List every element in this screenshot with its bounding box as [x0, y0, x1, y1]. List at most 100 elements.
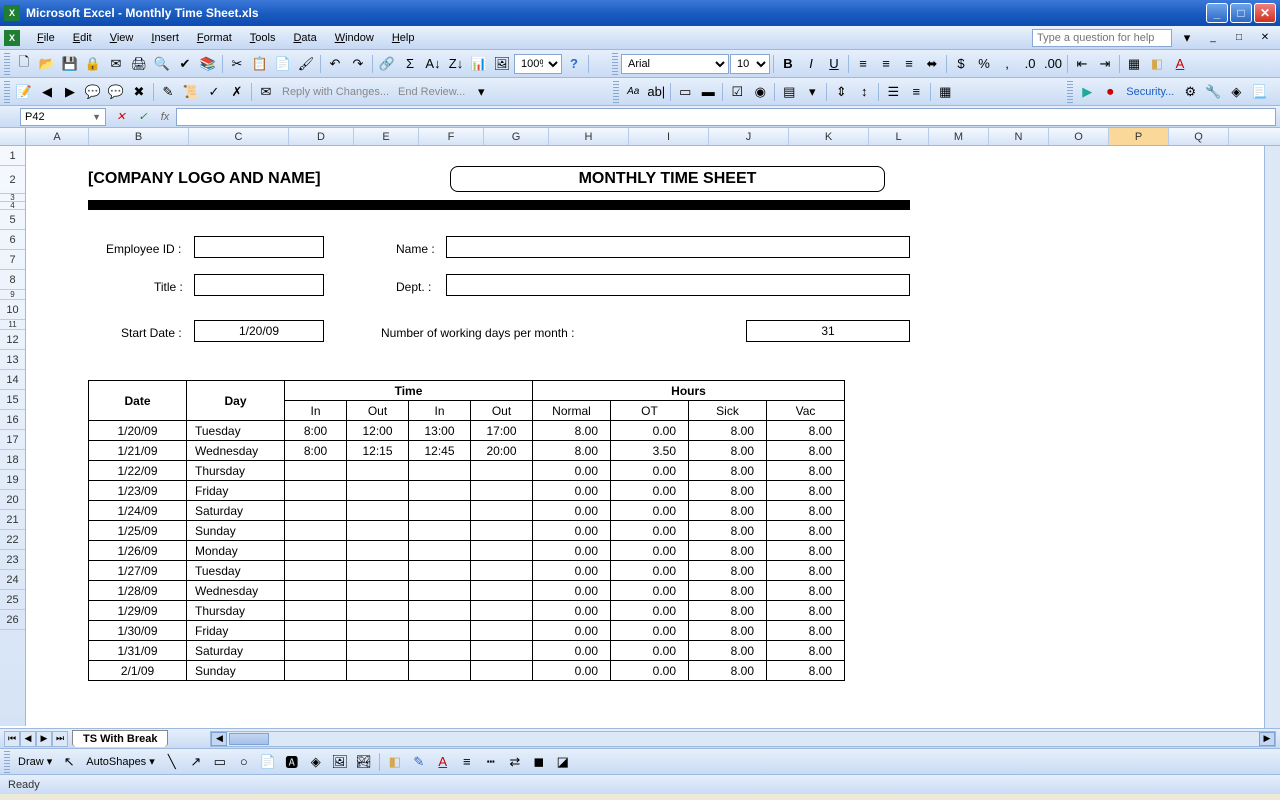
cell-sick[interactable]: 8.00: [689, 641, 767, 661]
row-header-10[interactable]: 10: [0, 300, 25, 320]
chart-wizard-icon[interactable]: 📊: [468, 53, 490, 75]
cell-sick[interactable]: 8.00: [689, 421, 767, 441]
comma-icon[interactable]: ,: [996, 53, 1018, 75]
groupbox-control-icon[interactable]: ▭: [674, 81, 696, 103]
spreadsheet-grid[interactable]: ABCDEFGHIJKLMNOPQ 1234567891011121314151…: [0, 128, 1280, 728]
font-size-dropdown[interactable]: 10: [730, 54, 770, 74]
align-center-icon[interactable]: ≡: [875, 53, 897, 75]
row-header-7[interactable]: 7: [0, 250, 25, 270]
cell-in1[interactable]: 8:00: [285, 421, 347, 441]
sheet-title-box[interactable]: MONTHLY TIME SHEET: [450, 166, 885, 192]
cell-in2[interactable]: [409, 481, 471, 501]
col-header-I[interactable]: I: [629, 128, 709, 145]
toolbar-grip-5[interactable]: [1067, 81, 1073, 103]
table-row[interactable]: 1/23/09Friday0.000.008.008.00: [89, 481, 845, 501]
vb-editor-icon[interactable]: ⚙: [1179, 81, 1201, 103]
row-header-2[interactable]: 2: [0, 166, 25, 194]
table-row[interactable]: 1/29/09Thursday0.000.008.008.00: [89, 601, 845, 621]
send-mail-icon[interactable]: ✉: [255, 81, 277, 103]
col-header-P[interactable]: P: [1109, 128, 1169, 145]
hscroll-left-icon[interactable]: ◀: [211, 732, 227, 746]
run-macro-icon[interactable]: ▶: [1076, 81, 1098, 103]
cell-normal[interactable]: 0.00: [533, 461, 611, 481]
start-date-field[interactable]: 1/20/09: [194, 320, 324, 342]
cell-normal[interactable]: 0.00: [533, 581, 611, 601]
cell-in2[interactable]: [409, 621, 471, 641]
col-header-F[interactable]: F: [419, 128, 484, 145]
print-icon[interactable]: 🖨: [128, 53, 150, 75]
email-icon[interactable]: ✉: [105, 53, 127, 75]
cell-sick[interactable]: 8.00: [689, 601, 767, 621]
col-header-in1[interactable]: In: [285, 401, 347, 421]
cell-in1[interactable]: [285, 541, 347, 561]
cell-ot[interactable]: 0.00: [611, 581, 689, 601]
menu-format[interactable]: Format: [188, 30, 241, 46]
currency-icon[interactable]: $: [950, 53, 972, 75]
arrow-icon[interactable]: ↗: [185, 751, 207, 773]
toolbar-grip-4[interactable]: [613, 81, 619, 103]
cell-ot[interactable]: 0.00: [611, 461, 689, 481]
new-comment-icon[interactable]: 📝: [13, 81, 35, 103]
cell-day[interactable]: Saturday: [187, 641, 285, 661]
line-style-icon[interactable]: ≡: [456, 751, 478, 773]
cell-out1[interactable]: [347, 541, 409, 561]
cell-in1[interactable]: [285, 561, 347, 581]
cell-vac[interactable]: 8.00: [767, 421, 845, 441]
arrow-style-icon[interactable]: ⇄: [504, 751, 526, 773]
cell-out2[interactable]: [471, 501, 533, 521]
show-comment-icon[interactable]: 💬: [82, 81, 104, 103]
col-header-A[interactable]: A: [26, 128, 89, 145]
cell-date[interactable]: 1/31/09: [89, 641, 187, 661]
cell-out2[interactable]: [471, 561, 533, 581]
spelling-icon[interactable]: ✔: [174, 53, 196, 75]
italic-icon[interactable]: I: [800, 53, 822, 75]
table-row[interactable]: 1/28/09Wednesday0.000.008.008.00: [89, 581, 845, 601]
cell-in1[interactable]: [285, 521, 347, 541]
row-header-11[interactable]: 11: [0, 320, 25, 330]
col-header-K[interactable]: K: [789, 128, 869, 145]
row-header-13[interactable]: 13: [0, 350, 25, 370]
cell-date[interactable]: 1/28/09: [89, 581, 187, 601]
spinner-control-icon[interactable]: ↕: [853, 81, 875, 103]
toolbar-grip-2[interactable]: [612, 53, 618, 75]
table-row[interactable]: 1/26/09Monday0.000.008.008.00: [89, 541, 845, 561]
cell-sick[interactable]: 8.00: [689, 661, 767, 681]
cell-in2[interactable]: 12:45: [409, 441, 471, 461]
underline-icon[interactable]: U: [823, 53, 845, 75]
cell-sick[interactable]: 8.00: [689, 481, 767, 501]
cell-normal[interactable]: 0.00: [533, 521, 611, 541]
cell-vac[interactable]: 8.00: [767, 541, 845, 561]
table-row[interactable]: 1/30/09Friday0.000.008.008.00: [89, 621, 845, 641]
horizontal-scrollbar[interactable]: ◀ ▶: [210, 731, 1276, 747]
textbox-icon[interactable]: 📄: [257, 751, 279, 773]
font-color-draw-icon[interactable]: A: [432, 751, 454, 773]
cell-vac[interactable]: 8.00: [767, 441, 845, 461]
cell-date[interactable]: 1/24/09: [89, 501, 187, 521]
col-header-H[interactable]: H: [549, 128, 629, 145]
cell-in1[interactable]: [285, 641, 347, 661]
cell-in2[interactable]: [409, 541, 471, 561]
cell-normal[interactable]: 0.00: [533, 661, 611, 681]
autoshapes-button[interactable]: AutoShapes ▾: [82, 755, 159, 768]
oval-icon[interactable]: ○: [233, 751, 255, 773]
cell-in1[interactable]: 8:00: [285, 441, 347, 461]
prev-comment-icon[interactable]: ◀: [36, 81, 58, 103]
cell-ot[interactable]: 0.00: [611, 481, 689, 501]
col-header-O[interactable]: O: [1049, 128, 1109, 145]
cell-day[interactable]: Thursday: [187, 461, 285, 481]
menu-data[interactable]: Data: [284, 30, 325, 46]
cell-out1[interactable]: [347, 501, 409, 521]
row-header-1[interactable]: 1: [0, 146, 25, 166]
copy-icon[interactable]: 📋: [249, 53, 271, 75]
row-header-14[interactable]: 14: [0, 370, 25, 390]
col-header-time[interactable]: Time: [285, 381, 533, 401]
label-control-icon[interactable]: Aa: [622, 81, 644, 103]
cell-date[interactable]: 1/29/09: [89, 601, 187, 621]
col-header-sick[interactable]: Sick: [689, 401, 767, 421]
cell-sick[interactable]: 8.00: [689, 541, 767, 561]
cell-out2[interactable]: [471, 621, 533, 641]
row-header-23[interactable]: 23: [0, 550, 25, 570]
cell-in2[interactable]: [409, 581, 471, 601]
paste-icon[interactable]: 📄: [272, 53, 294, 75]
cell-out2[interactable]: [471, 541, 533, 561]
